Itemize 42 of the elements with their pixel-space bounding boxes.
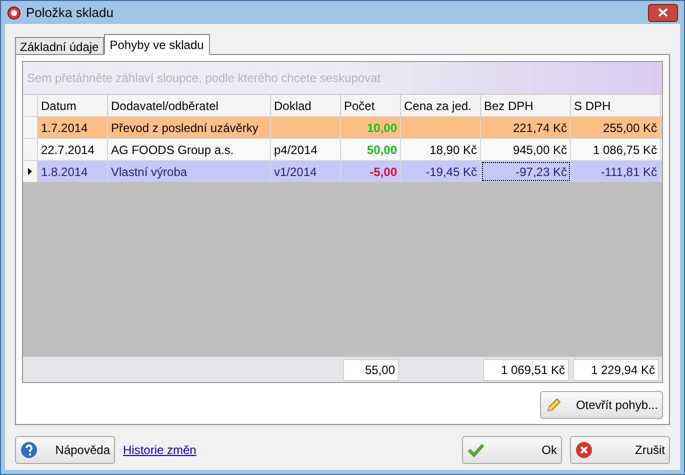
ok-button[interactable]: Ok <box>462 436 562 464</box>
tab[interactable]: Pohyby ve skladu <box>104 34 210 55</box>
table-cell-text: p4/2014 <box>274 142 318 158</box>
table-cell-text: 1 086,75 Kč <box>592 142 657 158</box>
table-cell-text: 945,00 Kč <box>512 142 567 158</box>
window-title: Položka skladu <box>26 4 114 22</box>
table-cell-text: AG FOODS Group a.s. <box>111 142 234 158</box>
table-cell-text: 221,74 Kč <box>512 120 567 136</box>
table-cell-text: 1.8.2014 <box>41 164 88 180</box>
table-cell-text: 50,00 <box>366 142 397 158</box>
help-button[interactable]: Nápověda <box>15 436 115 464</box>
table-row[interactable]: 22.7.2014 AG FOODS Group a.s. p4/2014 50,00 18,90 Kč 945,00 Kč 1 086,75 Kč <box>23 138 662 160</box>
checkmark-icon <box>467 442 485 458</box>
app-icon <box>7 6 21 20</box>
total-field: 55,00 <box>343 358 399 380</box>
open-movement-button[interactable]: Otevřít pohyb... <box>540 391 663 419</box>
table-cell-text: -5,00 <box>370 164 397 180</box>
tab[interactable]: Základní údaje <box>15 37 104 55</box>
table-cell-text: -97,23 Kč <box>516 164 567 180</box>
cancel-icon <box>575 441 593 459</box>
table-cell-text: -111,81 Kč <box>600 164 657 180</box>
table-cell-text: 10,00 <box>366 120 397 136</box>
table-row[interactable]: 1.8.2014 Vlastní výroba v1/2014 -5,00 -19,45 Kč -97,23 Kč -111,81 Kč <box>23 160 662 182</box>
total-field: 1 069,51 Kč <box>483 358 569 380</box>
close-button[interactable] <box>648 4 678 22</box>
close-icon <box>658 8 668 17</box>
help-icon <box>20 441 38 459</box>
group-hint: Sem přetáhněte záhlaví sloupce, podle kterého chcete seskupovat <box>27 70 381 87</box>
history-link[interactable]: Historie změn <box>123 441 196 459</box>
table-cell-text: 1.7.2014 <box>41 120 88 136</box>
cancel-button[interactable]: Zrušit <box>570 436 670 464</box>
table-cell-text: Převod z poslední uzávěrky <box>111 120 258 136</box>
table-cell-text: -19,45 Kč <box>426 164 477 180</box>
table-row[interactable]: 1.7.2014 Převod z poslední uzávěrky 10,00 221,74 Kč 255,00 Kč <box>23 116 662 138</box>
table-cell-text: 22.7.2014 <box>41 142 94 158</box>
row-pointer-icon <box>28 168 32 175</box>
table-cell-text: Vlastní výroba <box>111 164 188 180</box>
table-cell-text: 18,90 Kč <box>430 142 477 158</box>
total-field: 1 229,94 Kč <box>573 358 659 380</box>
table-cell-text: 255,00 Kč <box>602 120 657 136</box>
table-cell-text: v1/2014 <box>274 164 317 180</box>
pencil-icon <box>545 396 563 414</box>
